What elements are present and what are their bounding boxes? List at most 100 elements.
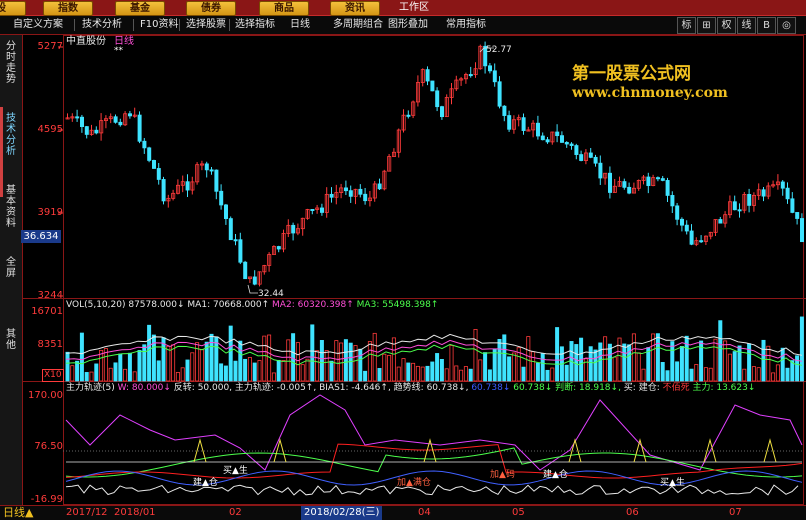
current-price-badge: 36.634 [21,230,61,243]
candle-body [800,218,805,243]
volume-bar [415,365,420,382]
legend-item: 主力轨迹: -0.005↑, [234,383,320,393]
volume-bar [756,367,761,382]
legend-item: W: 80.000↓ [117,383,174,393]
candle-body [560,135,565,143]
legend-item: 60.738↓ [471,383,514,393]
volume-bar [118,353,123,382]
candle-body [439,106,444,118]
volume-bar [459,369,464,382]
candle-body [142,140,147,149]
volume-bar [291,333,296,382]
volume-bar [233,360,238,382]
volume-bar [439,359,444,382]
candle-body [680,218,685,226]
volume-bar [742,368,747,382]
candle-body [675,205,680,220]
volume-bar [305,358,310,382]
candle-body [75,116,80,119]
volume-bar [151,334,156,382]
volume-bar [319,340,324,382]
volume-tick-high: 16701 [31,306,63,317]
volume-bar [766,345,771,382]
candle-body [276,246,281,250]
candle-body [118,121,123,126]
volume-bar [478,359,483,382]
candle-body [761,189,766,197]
candle-body [243,261,248,280]
candle-body [536,122,541,137]
volume-bar [276,359,281,382]
indicator-white-line [65,484,799,496]
volume-bar [660,362,665,382]
high-marker: ** [114,46,123,56]
volume-bar [228,325,233,382]
volume-bar [636,352,641,382]
volume-bar [271,372,276,382]
candle-body [319,207,324,213]
signal-label: 建▲仓 [543,470,568,480]
candle-body [507,115,512,130]
candle-body [151,160,156,169]
volume-bar [401,358,406,382]
volume-bar [531,351,536,382]
volume-bar [454,365,459,382]
candle-body [204,163,209,171]
candle-body [732,201,737,211]
signal-label: 买▲生 [223,466,248,476]
volume-bar [166,345,171,382]
volume-bar [473,329,478,382]
volume-bar [310,324,315,382]
indicator-red-line [65,443,803,479]
volume-bar [358,348,363,382]
volume-bar [343,339,348,382]
candle-body [579,154,584,161]
candle-body [670,195,675,207]
volume-bar [372,332,377,382]
volume-bar [420,366,425,382]
volume-bar [449,345,454,382]
period-selector[interactable]: 日线▲ [3,506,33,520]
volume-bar [223,365,228,382]
volume-bar [387,354,392,382]
chart-frame [63,35,804,505]
volume-bar [588,346,593,382]
candle-body [555,131,560,137]
volume-bar [511,352,516,382]
volume-bar [670,341,675,382]
volume-bar [199,349,204,382]
candle-body [545,139,550,143]
price-tick-high: 5277 [37,41,63,52]
candlestick-series [65,41,805,294]
candle-body [689,230,694,245]
date-label: 02 [229,507,242,518]
candle-body [747,194,752,206]
candle-body [684,224,689,232]
volume-bar [622,343,627,382]
candle-body [718,219,723,224]
volume-bar [430,361,435,382]
date-label: 04 [418,507,431,518]
price-tick: 3919 [37,207,63,218]
volume-bar [564,364,569,382]
volume-bar [180,367,185,382]
volume-bar [89,371,94,382]
candle-body [497,81,502,107]
candle-body [406,114,411,117]
date-label: 05 [512,507,525,518]
volume-bar [775,364,780,382]
date-label: 06 [626,507,639,518]
volume-bar [694,364,699,382]
candle-body [94,129,99,134]
legend-item: MA2: 60320.398↑ [272,300,357,310]
volume-bar [550,367,555,382]
candle-body [790,198,795,213]
candle-body [608,172,613,193]
volume-bar [468,368,473,382]
volume-bar [617,337,622,382]
volume-bar [665,370,670,382]
volume-bar [113,362,118,382]
volume-bar [65,351,70,382]
volume-bars [65,316,804,382]
volume-bar [79,332,84,382]
